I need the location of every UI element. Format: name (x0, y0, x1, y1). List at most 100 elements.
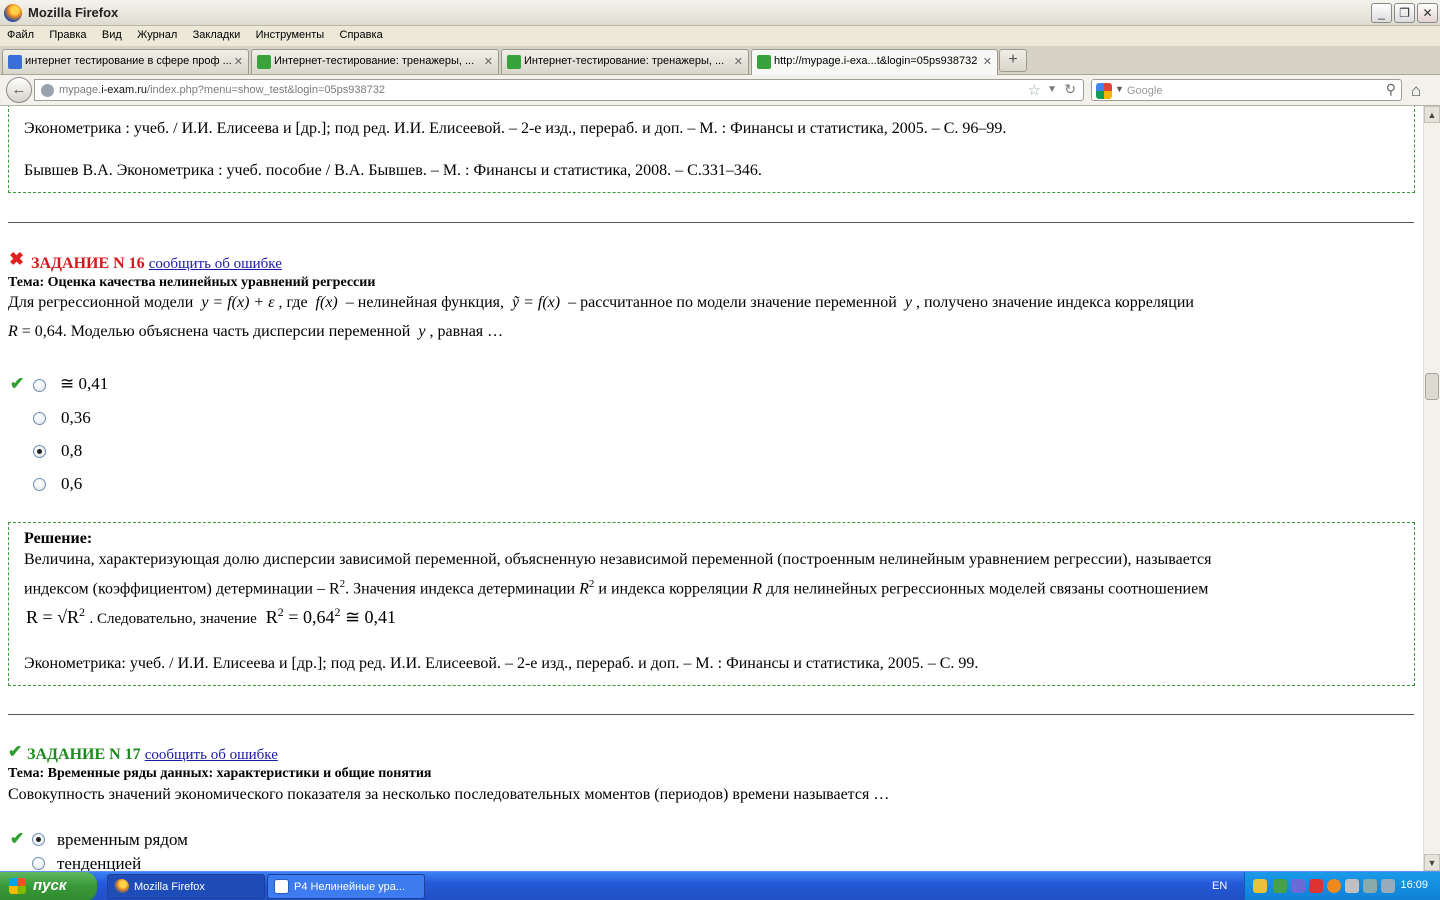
close-tab-icon[interactable]: ✕ (484, 55, 493, 68)
task-16-title: ЗАДАНИЕ N 16 (31, 255, 145, 272)
tray-app-icon[interactable] (1381, 879, 1395, 893)
page-content: Эконометрика : учеб. / И.И. Елисеева и [… (0, 106, 1423, 871)
option-radio-2[interactable] (33, 412, 46, 425)
menu-bookmarks[interactable]: Закладки (193, 29, 241, 41)
tab-bar: интернет тестирование в сфере проф ... ✕… (0, 46, 1440, 75)
close-button[interactable]: ✕ (1417, 3, 1438, 23)
wrong-answer-icon: ✖ (9, 249, 25, 269)
option-radio-2[interactable] (32, 857, 45, 870)
tray-app-icon[interactable] (1253, 879, 1267, 893)
bookmark-star-icon[interactable]: ☆ (1028, 81, 1041, 99)
url-bar[interactable]: mypage.i-exam.ru/index.php?menu=show_tes… (34, 79, 1084, 101)
solution-line-2: индексом (коэффициентом) детерминации – … (24, 578, 1209, 598)
menu-tools[interactable]: Инструменты (256, 29, 325, 41)
scroll-thumb[interactable] (1425, 373, 1439, 400)
task-16-topic: Тема: Оценка качества нелинейных уравнен… (8, 275, 376, 290)
scroll-up-arrow-icon[interactable]: ▲ (1424, 106, 1440, 123)
previous-solution-box: Эконометрика : учеб. / И.И. Елисеева и [… (8, 106, 1415, 193)
taskbar-item-word[interactable]: P4 Нелинейные ура... (267, 874, 425, 899)
task-17-question: Совокупность значений экономического пок… (8, 786, 890, 803)
option-radio-3-selected[interactable] (33, 445, 46, 458)
scroll-down-arrow-icon[interactable]: ▼ (1424, 854, 1440, 871)
formula-model: y = f(x) + ε (201, 294, 275, 311)
option-radio-1[interactable] (33, 379, 46, 392)
tab-label: интернет тестирование в сфере проф ... (25, 55, 232, 67)
tray-app-icon[interactable] (1309, 879, 1323, 893)
url-dropdown-icon[interactable]: ▼ (1047, 84, 1057, 95)
network-icon[interactable] (1363, 879, 1377, 893)
page-icon (757, 55, 771, 69)
option-label-2: 0,36 (61, 408, 91, 427)
home-icon[interactable]: ⌂ (1411, 81, 1421, 101)
menu-history[interactable]: Журнал (137, 29, 177, 41)
tab-1[interactable]: интернет тестирование в сфере проф ... ✕ (2, 49, 249, 74)
task-17-title: ЗАДАНИЕ N 17 (27, 746, 141, 763)
formula-f: f(x) (315, 294, 338, 311)
menu-edit[interactable]: Правка (49, 29, 86, 41)
minimize-button[interactable]: _ (1371, 3, 1392, 23)
tray-app-icon[interactable] (1327, 879, 1341, 893)
option-label-1: временным рядом (57, 830, 188, 849)
solution-box: Решение: Величина, характеризующая долю … (8, 522, 1415, 686)
close-tab-icon[interactable]: ✕ (983, 55, 992, 68)
tab-4-active[interactable]: http://mypage.i-exa...t&login=05ps938732… (751, 49, 998, 75)
page-icon (257, 55, 271, 69)
task-16-question-line2: R = 0,64. Моделью объяснена часть диспер… (8, 323, 504, 340)
solution-title: Решение: (24, 530, 93, 547)
system-tray: 16:09 (1244, 872, 1440, 900)
taskbar-clock: 16:09 (1400, 879, 1428, 891)
task-17-topic: Тема: Временные ряды данных: характерист… (8, 766, 432, 781)
globe-icon (41, 84, 54, 97)
correct-answer-check-icon: ✔ (10, 374, 25, 393)
search-placeholder: Google (1127, 85, 1163, 97)
google-icon (8, 55, 22, 69)
window-title: Mozilla Firefox (28, 5, 119, 20)
option-radio-4[interactable] (33, 478, 46, 491)
word-document-icon (274, 879, 289, 894)
tab-3[interactable]: Интернет-тестирование: тренажеры, ... ✕ (501, 49, 749, 74)
page-icon (507, 55, 521, 69)
google-icon[interactable] (1096, 83, 1112, 99)
search-icon[interactable]: ⚲ (1386, 81, 1396, 98)
tab-2[interactable]: Интернет-тестирование: тренажеры, ... ✕ (251, 49, 499, 74)
formula-fitted: ỹ = f(x) (512, 294, 561, 311)
menu-bar: Файл Правка Вид Журнал Закладки Инструме… (0, 26, 1440, 46)
navigation-bar: ← mypage.i-exam.ru/index.php?menu=show_t… (0, 75, 1440, 106)
task-16-question-line1: Для регрессионной модели y = f(x) + ε , … (8, 294, 1194, 311)
reference-1: Эконометрика : учеб. / И.И. Елисеева и [… (24, 120, 1007, 137)
tab-label: http://mypage.i-exa...t&login=05ps938732 (774, 55, 978, 67)
new-tab-button[interactable]: + (999, 49, 1027, 72)
menu-file[interactable]: Файл (7, 29, 34, 41)
firefox-icon (114, 879, 129, 894)
search-engine-dropdown-icon[interactable]: ▼ (1115, 84, 1124, 94)
menu-help[interactable]: Справка (340, 29, 383, 41)
divider (8, 714, 1414, 715)
option-label-2: тенденцией (57, 854, 142, 871)
tray-app-icon[interactable] (1291, 879, 1305, 893)
window-titlebar: Mozilla Firefox _ ❐ ✕ (0, 0, 1440, 26)
solution-line-1: Величина, характеризующая долю дисперсии… (24, 551, 1212, 568)
language-indicator[interactable]: EN (1212, 880, 1227, 892)
back-button[interactable]: ← (6, 77, 32, 103)
close-tab-icon[interactable]: ✕ (234, 55, 243, 68)
maximize-button[interactable]: ❐ (1394, 3, 1415, 23)
menu-view[interactable]: Вид (102, 29, 122, 41)
close-tab-icon[interactable]: ✕ (734, 55, 743, 68)
windows-taskbar: пуск Mozilla Firefox P4 Нелинейные ура..… (0, 871, 1440, 900)
start-button[interactable]: пуск (0, 872, 97, 900)
solution-formula-line: R = √R2 . Следовательно, значение R2 = 0… (26, 605, 397, 627)
reference-2: Бывшев В.А. Эконометрика : учеб. пособие… (24, 162, 762, 179)
vertical-scrollbar[interactable]: ▲ ▼ (1423, 106, 1440, 871)
report-error-link[interactable]: сообщить об ошибке (145, 747, 278, 763)
taskbar-item-firefox[interactable]: Mozilla Firefox (107, 874, 265, 899)
report-error-link[interactable]: сообщить об ошибке (149, 256, 282, 272)
volume-icon[interactable] (1345, 879, 1359, 893)
search-bar[interactable]: ▼ Google ⚲ (1091, 79, 1402, 101)
tab-label: Интернет-тестирование: тренажеры, ... (274, 55, 475, 67)
tab-label: Интернет-тестирование: тренажеры, ... (524, 55, 725, 67)
reload-icon[interactable]: ↻ (1064, 81, 1076, 98)
option-label-3: 0,8 (61, 441, 83, 460)
option-radio-1-selected[interactable] (32, 833, 45, 846)
tray-app-icon[interactable] (1273, 879, 1287, 893)
windows-logo-icon (9, 878, 26, 894)
